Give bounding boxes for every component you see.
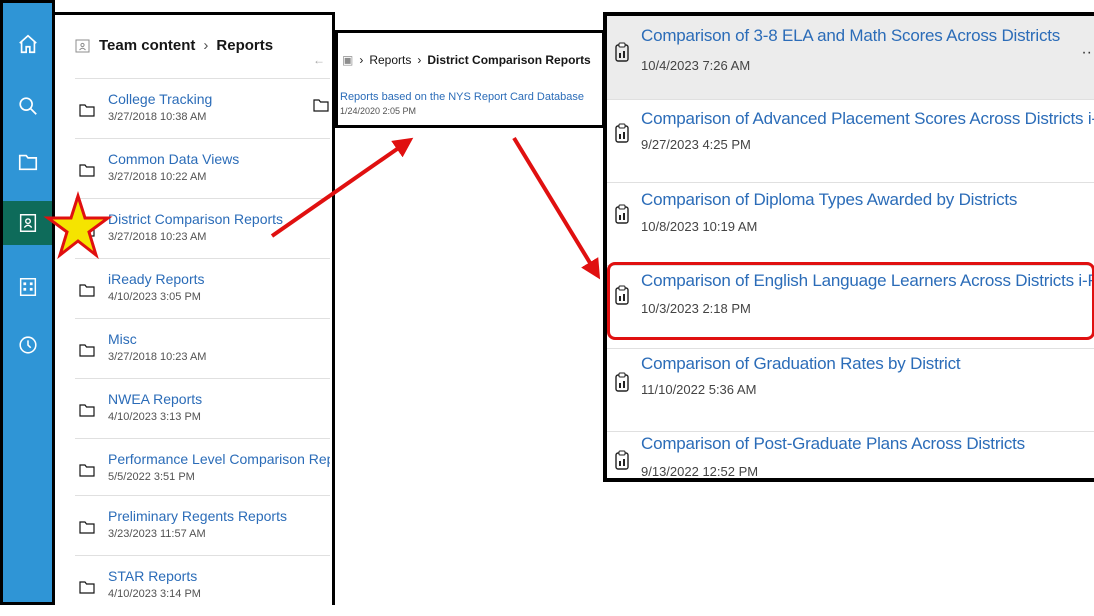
folder-name[interactable]: Misc [108,331,137,347]
nav-rail [0,0,55,605]
breadcrumb-parent[interactable]: Reports [369,53,411,67]
home-button[interactable] [3,22,52,66]
report-icon [615,123,629,143]
folder-name[interactable]: NWEA Reports [108,391,202,407]
folder-icon [79,284,95,297]
report-row[interactable]: Comparison of 3-8 ELA and Math Scores Ac… [607,16,1094,100]
folder-row[interactable]: Performance Level Comparison Repor 5/5/2… [75,438,330,499]
report-name[interactable]: Comparison of Diploma Types Awarded by D… [641,190,1017,210]
folder-icon [313,99,329,112]
folder-icon [79,464,95,477]
report-name[interactable]: Comparison of Graduation Rates by Distri… [641,354,961,374]
report-date: 9/27/2023 4:25 PM [641,137,751,152]
search-button[interactable] [3,84,52,128]
report-row[interactable]: Comparison of Diploma Types Awarded by D… [607,182,1094,266]
report-row[interactable]: Comparison of Advanced Placement Scores … [607,99,1094,183]
report-icon [615,372,629,392]
breadcrumb: Team content › Reports [75,37,273,54]
reports-list-panel: Comparison of 3-8 ELA and Math Scores Ac… [603,12,1094,482]
folder-date: 3/27/2018 10:38 AM [108,111,207,123]
folder-row[interactable]: Reports based on the NYS Report Card Dat… [340,91,584,116]
breadcrumb: ▣ › Reports › District Comparison Report… [342,53,591,67]
folder-icon [79,404,95,417]
report-name[interactable]: Comparison of Post-Graduate Plans Across… [641,434,1025,454]
folder-date: 3/27/2018 10:23 AM [108,231,207,243]
team-content-icon [19,214,36,232]
folder-date: 4/10/2023 3:05 PM [108,291,201,303]
folder-date: 3/27/2018 10:23 AM [108,351,207,363]
folder-name[interactable]: STAR Reports [108,568,197,584]
breadcrumb-current: Reports [216,37,274,54]
folder-date: 5/5/2022 3:51 PM [108,471,195,483]
search-icon [18,97,37,115]
report-date: 11/10/2022 5:36 AM [641,382,757,397]
report-icon [615,204,629,224]
folder-row[interactable]: STAR Reports 4/10/2023 3:14 PM [75,555,330,616]
report-date: 10/4/2023 7:26 AM [641,58,751,73]
folder-row[interactable]: NWEA Reports 4/10/2023 3:13 PM [75,378,330,439]
report-row[interactable]: Comparison of Post-Graduate Plans Across… [607,426,1094,479]
report-name[interactable]: Comparison of Advanced Placement Scores … [641,109,1094,129]
team-folder-icon [75,39,90,52]
breadcrumb-separator: › [359,53,364,67]
folder-date: 4/10/2023 3:14 PM [108,588,201,600]
folder-row[interactable]: College Tracking 3/27/2018 10:38 AM [75,78,330,139]
folder-icon [79,344,95,357]
district-comparison-panel: ▣ › Reports › District Comparison Report… [335,30,605,128]
folder-icon [18,154,37,171]
folder-name[interactable]: Common Data Views [108,151,239,167]
folder-name[interactable]: iReady Reports [108,271,205,287]
team-folder-icon: ▣ [342,53,354,67]
team-content-panel: Team content › Reports ← College Trackin… [55,12,335,605]
my-content-button[interactable] [3,140,52,184]
clock-icon [18,336,37,354]
recent-button[interactable] [3,323,52,367]
folder-row[interactable]: Common Data Views 3/27/2018 10:22 AM [75,138,330,199]
report-name[interactable]: Comparison of 3-8 ELA and Math Scores Ac… [641,26,1060,46]
back-arrow-icon[interactable]: ← [313,53,325,67]
folder-icon [79,224,95,237]
folder-icon [79,164,95,177]
building-icon [19,278,36,296]
folder-row[interactable]: Preliminary Regents Reports 3/23/2023 11… [75,495,330,556]
breadcrumb-separator: › [417,53,422,67]
folder-icon [79,104,95,117]
team-content-button[interactable] [3,201,52,245]
folder-row[interactable]: iReady Reports 4/10/2023 3:05 PM [75,258,330,319]
folder-name[interactable]: Performance Level Comparison Repor [108,451,330,467]
folder-date: 1/24/2020 2:05 PM [340,106,417,116]
folder-name[interactable]: District Comparison Reports [108,211,283,227]
folder-name[interactable]: Reports based on the NYS Report Card Dat… [340,91,584,103]
breadcrumb-current: District Comparison Reports [427,53,591,67]
more-options-icon[interactable]: ·· [1081,44,1092,62]
arrow-to-panel3 [512,136,601,280]
report-date: 9/13/2022 12:52 PM [641,464,759,479]
breadcrumb-separator: › [203,37,209,54]
home-icon [18,34,37,54]
folder-date: 3/27/2018 10:22 AM [108,171,207,183]
highlight-box [607,262,1094,340]
folder-row[interactable]: District Comparison Reports 3/27/2018 10… [75,198,330,259]
building-button[interactable] [3,265,52,309]
folder-icon [79,521,95,534]
report-icon [615,42,629,62]
breadcrumb-root[interactable]: Team content [99,37,195,54]
report-icon [615,450,629,470]
folder-name[interactable]: College Tracking [108,91,212,107]
report-row[interactable]: Comparison of Graduation Rates by Distri… [607,348,1094,432]
folder-name[interactable]: Preliminary Regents Reports [108,508,287,524]
folder-date: 3/23/2023 11:57 AM [108,528,206,540]
folder-icon [79,581,95,594]
report-date: 10/8/2023 10:19 AM [641,219,758,234]
folder-row[interactable]: Misc 3/27/2018 10:23 AM [75,318,330,379]
folder-date: 4/10/2023 3:13 PM [108,411,201,423]
